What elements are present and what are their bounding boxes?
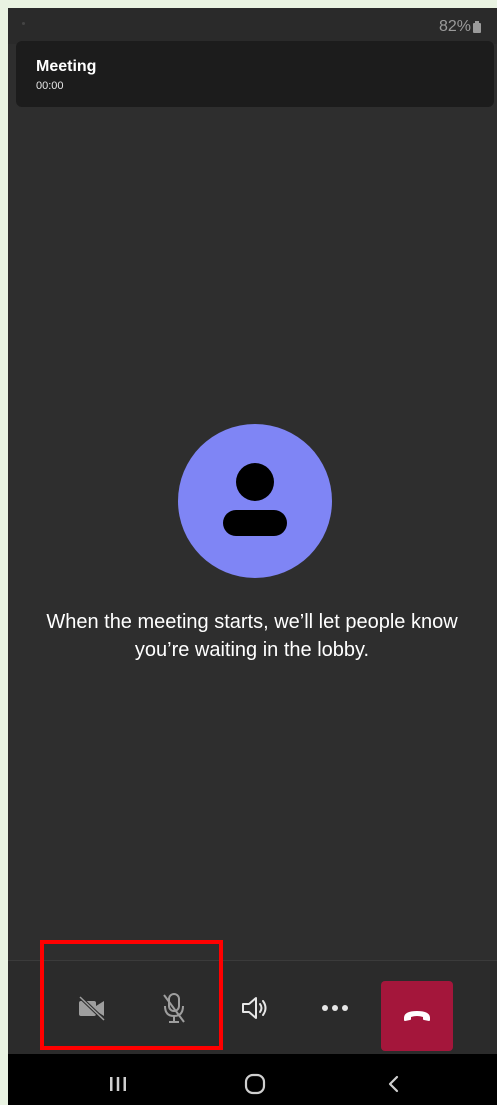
video-off-icon xyxy=(78,995,106,1021)
hang-up-icon xyxy=(404,1011,430,1021)
recents-icon xyxy=(110,1076,126,1091)
leave-call-button[interactable] xyxy=(381,981,453,1051)
recents-button[interactable] xyxy=(88,1054,148,1105)
status-bar: 82% xyxy=(8,8,497,44)
meeting-lobby-screen: 82% Meeting 00:00 When the meeting start… xyxy=(8,8,497,1105)
speaker-icon xyxy=(242,997,267,1019)
mic-toggle-button[interactable] xyxy=(139,961,209,1055)
meeting-duration: 00:00 xyxy=(36,80,64,92)
avatar xyxy=(178,424,332,578)
battery-level: 82% xyxy=(438,18,471,35)
system-nav-bar xyxy=(8,1054,497,1105)
home-icon xyxy=(244,1073,266,1094)
meeting-title: Meeting xyxy=(36,58,97,75)
home-button[interactable] xyxy=(225,1054,285,1105)
meeting-header[interactable]: Meeting 00:00 xyxy=(16,41,494,107)
person-icon xyxy=(223,463,287,536)
back-button[interactable] xyxy=(364,1054,424,1105)
more-dots-icon xyxy=(322,1005,348,1011)
speaker-button[interactable] xyxy=(220,961,290,1055)
camera-toggle-button[interactable] xyxy=(57,961,127,1055)
call-toolbar xyxy=(8,960,497,1055)
mic-off-icon xyxy=(163,993,185,1023)
lobby-message: When the meeting starts, we’ll let peopl… xyxy=(46,611,458,661)
more-options-button[interactable] xyxy=(300,961,370,1055)
status-dot xyxy=(22,22,25,25)
back-icon xyxy=(388,1075,399,1092)
battery-icon xyxy=(473,21,481,33)
